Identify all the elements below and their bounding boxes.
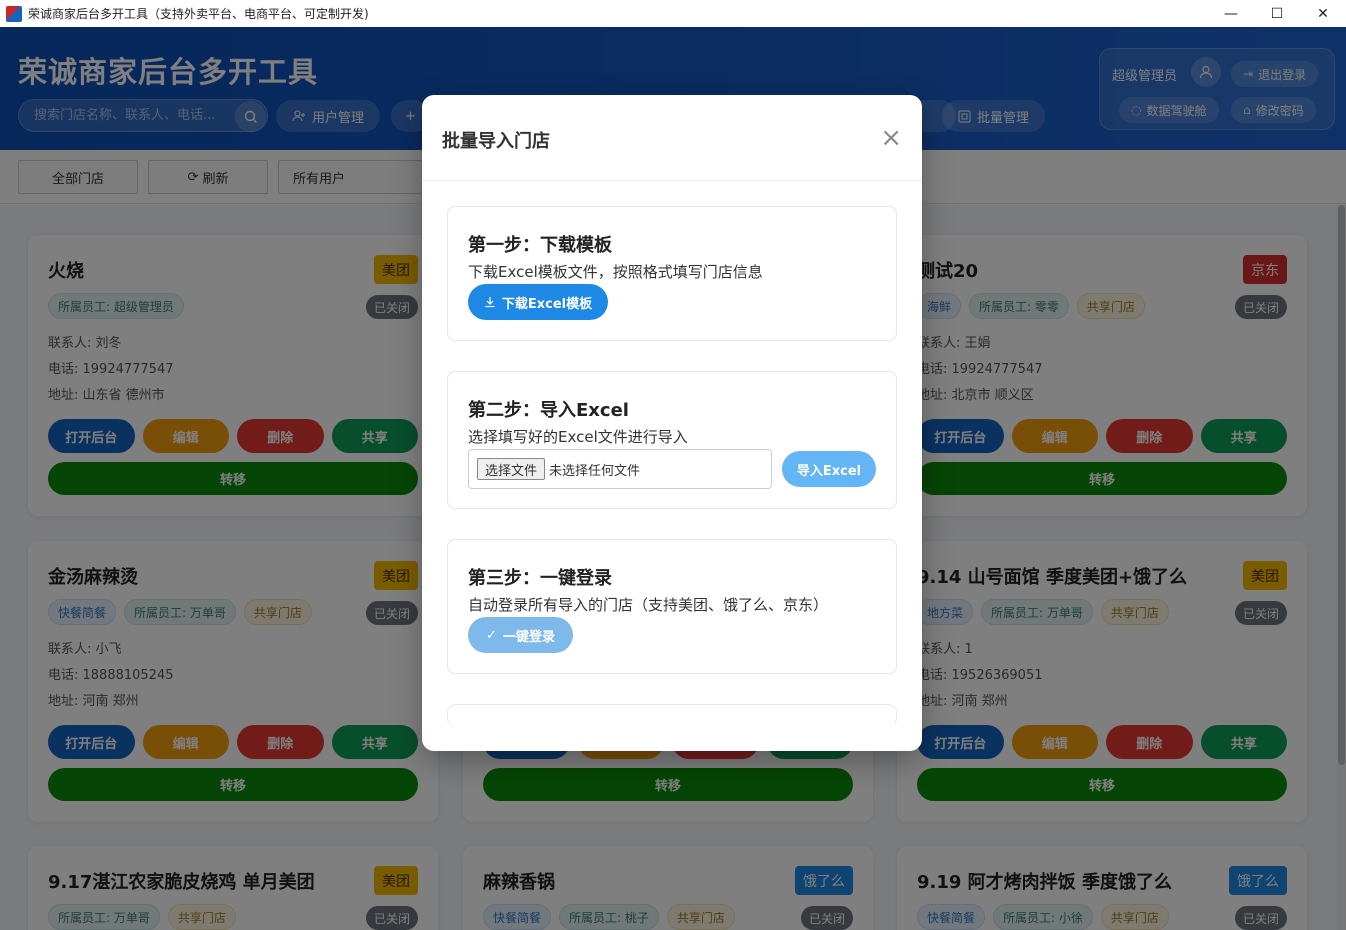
step-next-partial <box>447 704 897 726</box>
step3-title: 第三步：一键登录 <box>468 568 612 589</box>
app-logo-icon <box>6 5 22 22</box>
maximize-button[interactable]: ☐ <box>1254 0 1300 27</box>
modal-close-button[interactable]: × <box>880 125 902 151</box>
excel-file-input[interactable]: 选择文件 未选择任何文件 <box>468 449 772 489</box>
one-click-login-label: 一键登录 <box>502 629 555 645</box>
file-status: 未选择任何文件 <box>549 463 641 479</box>
step1-description: 下载Excel模板文件，按照格式填写门店信息 <box>468 263 763 281</box>
check-icon: ✓ <box>486 627 497 643</box>
step2-description: 选择填写好的Excel文件进行导入 <box>468 428 688 446</box>
download-template-label: 下载Excel模板 <box>501 296 593 312</box>
step3-description: 自动登录所有导入的门店（支持美团、饿了么、京东） <box>468 596 829 614</box>
minimize-button[interactable]: — <box>1208 0 1254 27</box>
window-controls: — ☐ ✕ <box>1208 0 1346 27</box>
window-titlebar: 荣诚商家后台多开工具（支持外卖平台、电商平台、可定制开发) — ☐ ✕ <box>0 0 1346 27</box>
one-click-login-button[interactable]: ✓ 一键登录 <box>468 617 573 653</box>
step-download-template: 第一步：下载模板 下载Excel模板文件，按照格式填写门店信息 下载Excel模… <box>447 206 897 341</box>
window-close-button[interactable]: ✕ <box>1300 0 1346 27</box>
batch-import-modal: 批量导入门店 × 第一步：下载模板 下载Excel模板文件，按照格式填写门店信息… <box>422 95 922 751</box>
window-title: 荣诚商家后台多开工具（支持外卖平台、电商平台、可定制开发) <box>28 7 369 21</box>
step-import-excel: 第二步：导入Excel 选择填写好的Excel文件进行导入 选择文件 未选择任何… <box>447 371 897 509</box>
choose-file-button[interactable]: 选择文件 <box>477 458 546 480</box>
step-one-click-login: 第三步：一键登录 自动登录所有导入的门店（支持美团、饿了么、京东） ✓ 一键登录 <box>447 539 897 674</box>
download-template-button[interactable]: 下载Excel模板 <box>468 284 608 320</box>
step1-title: 第一步：下载模板 <box>468 235 612 256</box>
download-icon <box>485 297 495 308</box>
step2-title: 第二步：导入Excel <box>468 400 629 421</box>
modal-title: 批量导入门店 <box>442 131 550 152</box>
modal-header: 批量导入门店 × <box>422 95 922 181</box>
import-excel-button[interactable]: 导入Excel <box>782 451 876 487</box>
